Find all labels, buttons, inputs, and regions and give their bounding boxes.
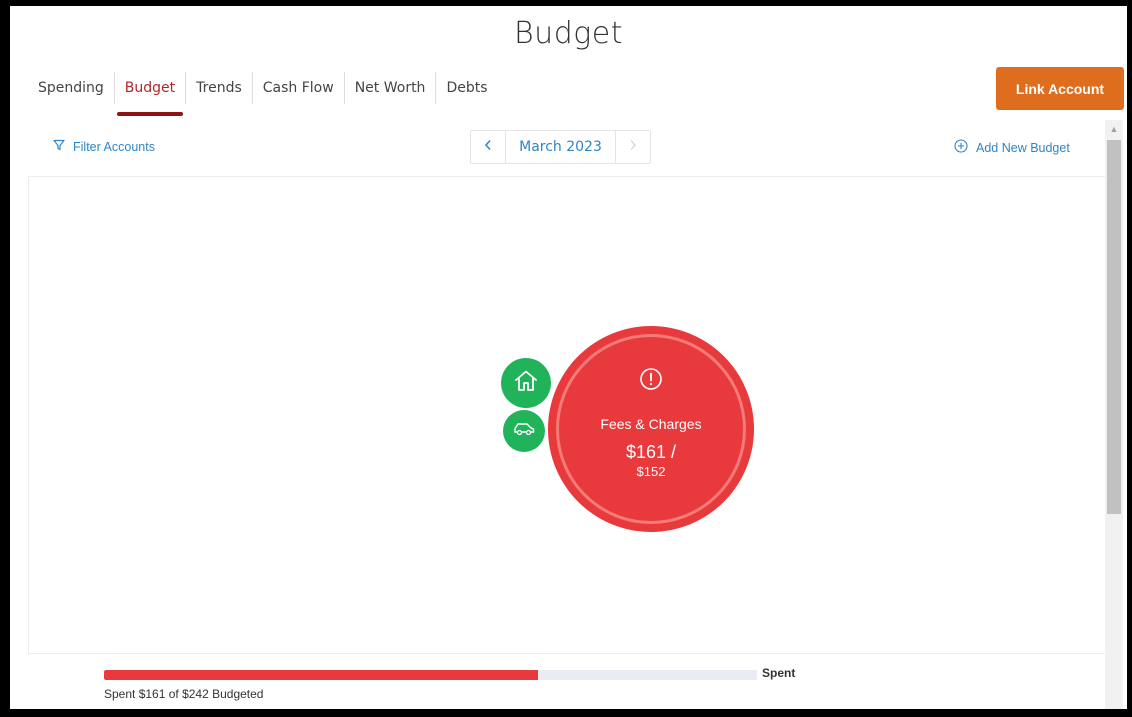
current-month: March 2023	[505, 131, 616, 163]
link-account-button[interactable]: Link Account	[996, 67, 1124, 110]
tab-debts[interactable]: Debts	[435, 72, 497, 104]
home-budget-bubble[interactable]	[501, 358, 551, 408]
chevron-right-icon	[629, 138, 637, 156]
budget-summary-text: Spent $161 of $242 Budgeted	[104, 687, 264, 701]
spent-legend-label: Spent	[762, 666, 796, 680]
page-title: Budget	[514, 16, 623, 51]
app-frame: Budget Spending Budget Trends Cash Flow …	[10, 6, 1127, 709]
vertical-scrollbar[interactable]: ▲	[1105, 120, 1123, 709]
bubble-main-inner: Fees & Charges $161 / $152	[556, 334, 746, 524]
auto-budget-bubble[interactable]	[503, 410, 545, 452]
scroll-up-arrow-icon[interactable]: ▲	[1105, 120, 1123, 137]
budget-progress-fill	[104, 670, 539, 680]
alert-circle-icon	[639, 367, 663, 396]
filter-accounts-label: Filter Accounts	[73, 139, 155, 154]
filter-icon	[53, 139, 73, 154]
tab-spending[interactable]: Spending	[30, 72, 114, 104]
add-new-budget-link[interactable]: Add New Budget	[954, 139, 1070, 156]
scrollbar-thumb[interactable]	[1107, 140, 1121, 514]
tab-net-worth[interactable]: Net Worth	[343, 72, 436, 104]
tab-trends[interactable]: Trends	[185, 72, 252, 104]
next-month-button[interactable]	[616, 131, 650, 163]
plus-circle-icon	[954, 139, 976, 156]
car-icon	[512, 420, 536, 443]
category-spent: $161 /	[625, 442, 677, 462]
add-new-budget-label: Add New Budget	[976, 140, 1070, 155]
previous-month-button[interactable]	[471, 131, 505, 163]
category-name: Fees & Charges	[600, 416, 702, 432]
home-icon	[512, 367, 540, 400]
filter-accounts-link[interactable]: Filter Accounts	[53, 139, 155, 154]
tab-budget[interactable]: Budget	[113, 72, 185, 116]
budget-progress-bar	[104, 670, 757, 680]
category-budget: $152	[636, 464, 666, 479]
chevron-left-icon	[484, 138, 492, 156]
month-navigator: March 2023	[470, 130, 651, 164]
fees-charges-budget-bubble[interactable]: Fees & Charges $161 / $152	[548, 326, 754, 532]
main-tabs: Spending Budget Trends Cash Flow Net Wor…	[30, 72, 498, 116]
tab-cash-flow[interactable]: Cash Flow	[251, 72, 344, 104]
